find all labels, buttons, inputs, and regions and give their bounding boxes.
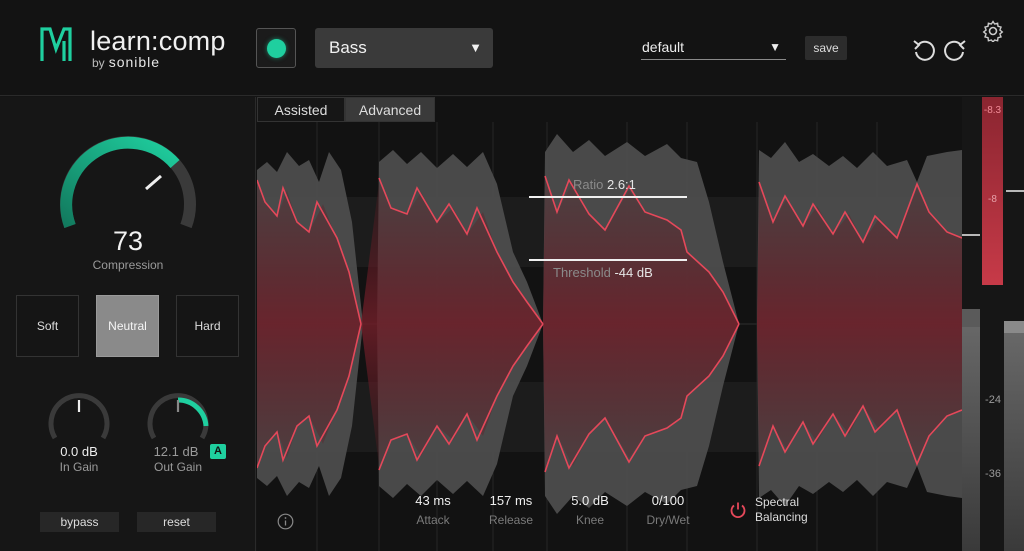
power-indicator-icon xyxy=(267,39,286,58)
profile-selected-value: Bass xyxy=(329,38,367,57)
auto-gain-badge[interactable]: A xyxy=(210,444,226,459)
release-control[interactable]: 157 ms Release xyxy=(473,493,549,527)
chevron-down-icon: ▼ xyxy=(769,40,781,54)
in-gain-value: 0.0 dB xyxy=(60,444,98,459)
by-label: by xyxy=(92,56,105,70)
spectral-line-2: Balancing xyxy=(755,510,808,524)
out-gain-value: 12.1 dB xyxy=(153,444,199,459)
reset-button[interactable]: reset xyxy=(137,512,216,532)
knee-value: 5.0 dB xyxy=(571,493,609,508)
threshold-readout[interactable]: Threshold -44 dB xyxy=(553,265,653,280)
in-gain-knob[interactable] xyxy=(46,392,112,442)
release-label: Release xyxy=(488,513,534,527)
drywet-control[interactable]: 0/100 Dry/Wet xyxy=(630,493,706,527)
tab-assisted[interactable]: Assisted xyxy=(257,97,345,122)
threshold-label: Threshold xyxy=(553,265,611,280)
spectral-line-1: Spectral xyxy=(755,495,800,509)
meter-scale-36: -36 xyxy=(985,468,1001,480)
gr-scale-label: -8 xyxy=(988,194,997,205)
meter-scale-24: -24 xyxy=(985,394,1001,406)
undo-icon[interactable] xyxy=(912,38,937,63)
redo-icon[interactable] xyxy=(942,38,967,63)
out-gain-label: Out Gain xyxy=(153,460,203,474)
profile-dropdown[interactable]: Bass ▼ xyxy=(315,28,493,68)
brand-name: sonible xyxy=(108,54,161,70)
chevron-down-icon: ▼ xyxy=(469,40,482,55)
attack-control[interactable]: 43 ms Attack xyxy=(395,493,471,527)
out-gain-knob[interactable] xyxy=(145,392,211,442)
spectral-balancing-power-icon[interactable] xyxy=(729,501,747,519)
global-power-button[interactable] xyxy=(256,28,296,68)
knee-control[interactable]: 5.0 dB Knee xyxy=(552,493,628,527)
brand-line: by sonible xyxy=(92,54,160,70)
in-gain-label: In Gain xyxy=(59,460,99,474)
header-bar: learn:comp by sonible Bass ▼ default ▼ sa… xyxy=(0,0,1024,96)
attack-label: Attack xyxy=(416,513,450,527)
ratio-readout[interactable]: Ratio 2.6:1 xyxy=(573,177,636,192)
drywet-value: 0/100 xyxy=(651,493,685,508)
ratio-value: 2.6:1 xyxy=(606,177,636,192)
gear-icon[interactable] xyxy=(982,20,1004,42)
release-value: 157 ms xyxy=(489,493,533,508)
preset-dropdown[interactable]: default ▼ xyxy=(641,36,786,60)
bypass-button[interactable]: bypass xyxy=(40,512,119,532)
ratio-label: Ratio xyxy=(573,177,604,192)
compression-value: 73 xyxy=(112,226,144,256)
learn-comp-logo-icon xyxy=(40,27,72,61)
mode-soft-button[interactable]: Soft xyxy=(16,295,79,357)
gr-peak-readout: -8.3 xyxy=(983,105,1002,116)
info-icon[interactable] xyxy=(277,513,294,530)
attack-value: 43 ms xyxy=(415,493,451,508)
threshold-value: -44 dB xyxy=(614,265,653,280)
meter-graphic xyxy=(962,97,1024,551)
compressor-display: Assisted Advanced Ratio 2.6:1 Threshold … xyxy=(257,97,962,551)
app-name: learn:comp xyxy=(90,26,226,56)
save-button[interactable]: save xyxy=(805,36,847,60)
compression-label: Compression xyxy=(92,258,164,272)
drywet-label: Dry/Wet xyxy=(646,513,690,527)
level-meters: -8.3 -8 -24 -36 xyxy=(962,97,1024,551)
spectral-balancing-label: Spectral Balancing xyxy=(755,495,808,525)
preset-selected-value: default xyxy=(642,39,685,55)
knee-label: Knee xyxy=(575,513,605,527)
tab-advanced[interactable]: Advanced xyxy=(345,97,435,122)
mode-hard-button[interactable]: Hard xyxy=(176,295,239,357)
mode-neutral-button[interactable]: Neutral xyxy=(96,295,159,357)
